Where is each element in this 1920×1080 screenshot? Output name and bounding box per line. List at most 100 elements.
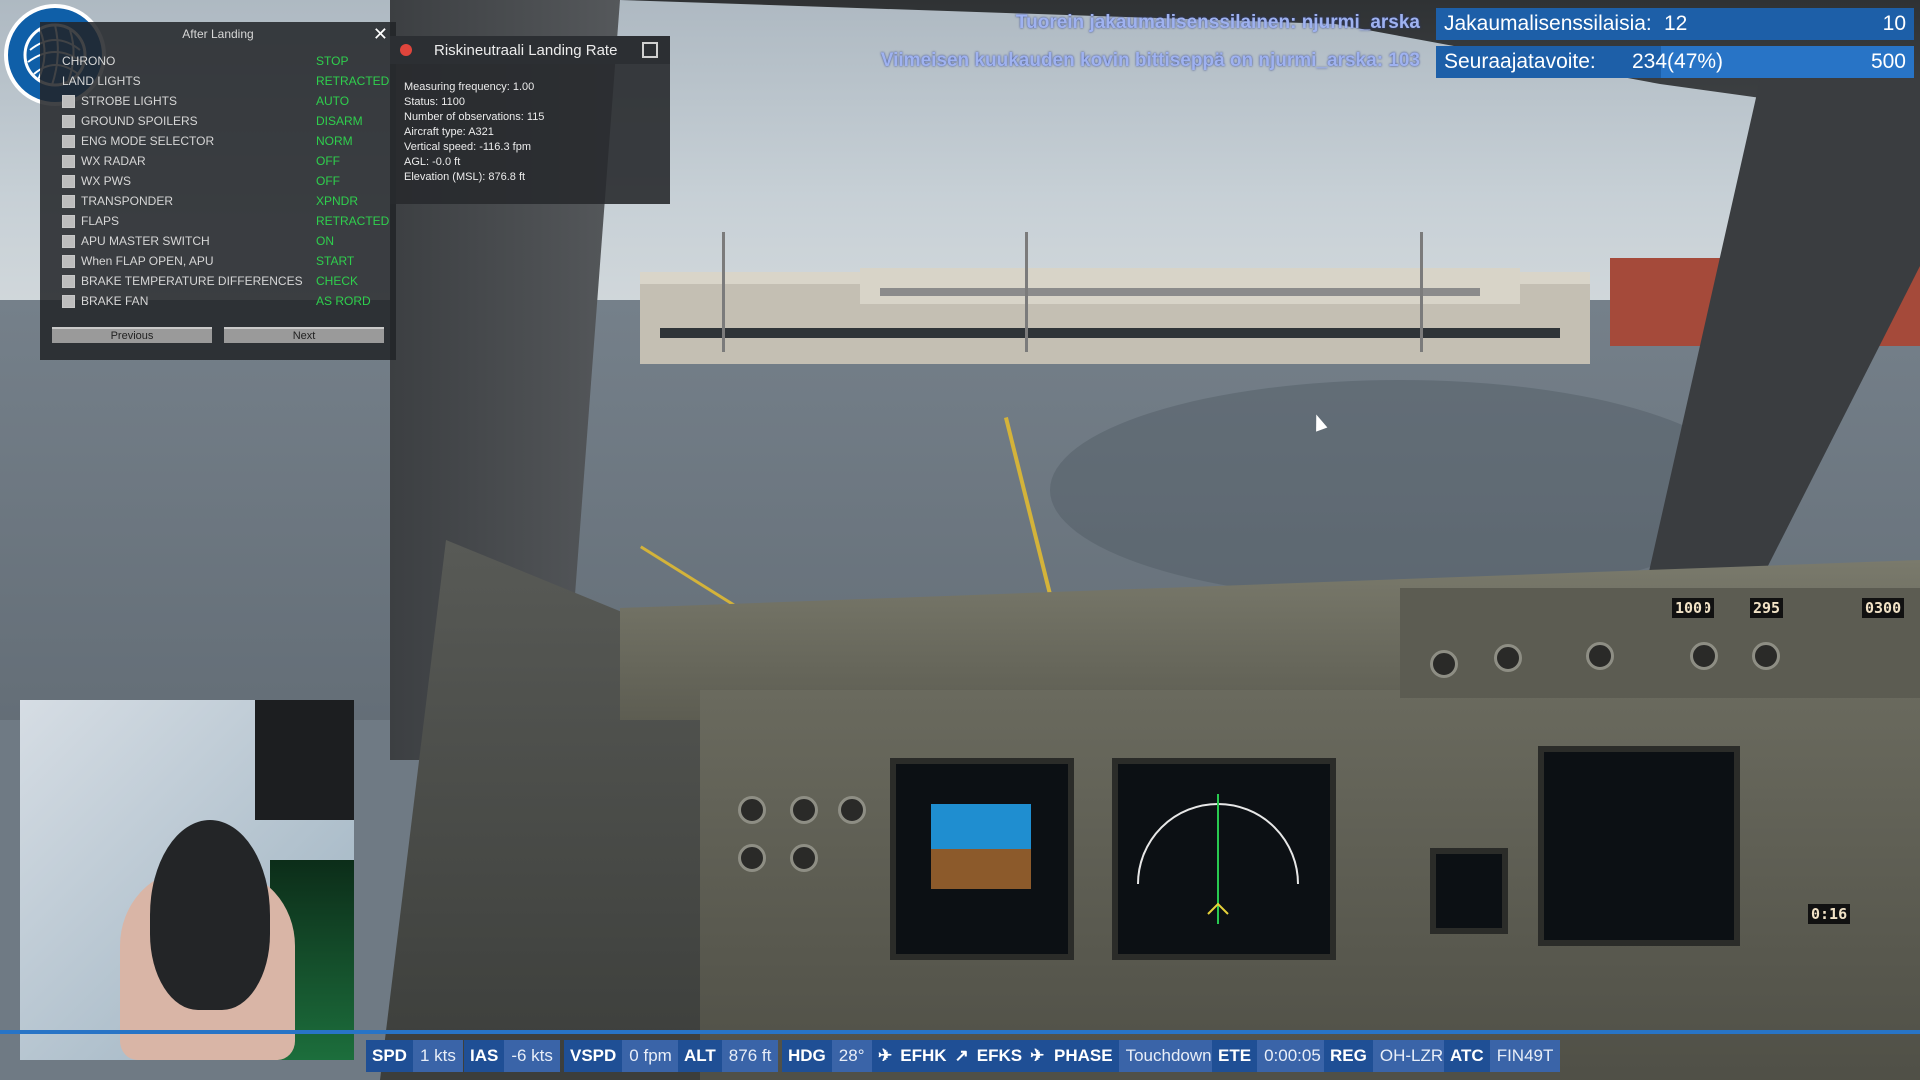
compass-arc [1137, 794, 1299, 924]
checkbox[interactable] [62, 215, 75, 228]
landing-rate-line: Measuring frequency: 1.00 [404, 81, 535, 93]
status-value: OH-LZR [1372, 1040, 1451, 1072]
status-value: 0 fpm [622, 1040, 679, 1072]
checklist-item-label: TRANSPONDER [81, 194, 174, 208]
status-key: ATC [1444, 1040, 1490, 1072]
checklist-panel: After Landing ✕ CHRONO STOP LAND LIGHTS RE… [40, 22, 396, 360]
landing-rate-lines: Measuring frequency: 1.00 Status: 1100 N… [404, 80, 544, 185]
checklist-item[interactable]: When FLAP OPEN, APU START [62, 254, 354, 272]
checkbox[interactable] [62, 295, 75, 308]
checklist-item-value: AUTO [316, 94, 350, 108]
checklist-item[interactable]: CHRONO STOP [62, 54, 348, 72]
checklist-item[interactable]: STROBE LIGHTS AUTO [62, 94, 349, 112]
checklist-item[interactable]: WX RADAR OFF [62, 154, 340, 172]
checklist-item-value: AS RORD [316, 294, 371, 308]
fcu-vs: 0300 [1862, 598, 1905, 618]
checkbox[interactable] [62, 155, 75, 168]
next-button[interactable]: Next [224, 327, 384, 343]
efis-knob [790, 796, 818, 824]
status-value: Touchdown [1118, 1040, 1219, 1072]
fcu-knob [1586, 642, 1614, 670]
checklist-item-label: WX RADAR [81, 154, 146, 168]
status-atc: ATC FIN49T [1444, 1040, 1561, 1072]
checklist-item[interactable]: WX PWS OFF [62, 174, 340, 192]
checkbox[interactable] [62, 95, 75, 108]
landing-rate-line: Status: 1100 [404, 96, 465, 108]
terminal-windows [880, 288, 1480, 296]
checklist-item-value: RETRACTED [316, 214, 390, 228]
status-route: ✈ EFHK ↗ EFKS ✈ [872, 1040, 1051, 1072]
goal-label: Jakaumalisenssilaisia: [1444, 12, 1652, 35]
checklist-item-label: APU MASTER SWITCH [81, 234, 210, 248]
status-ete: ETE 0:00:05 [1212, 1040, 1328, 1072]
checkbox[interactable] [62, 235, 75, 248]
status-spd: SPD 1 kts [366, 1040, 463, 1072]
record-icon[interactable] [400, 44, 412, 56]
status-key: ALT [678, 1040, 722, 1072]
top-cheerer-ticker: Viimeisen kuukauden kovin bittiseppä on … [880, 50, 1420, 71]
checklist-item-label: BRAKE TEMPERATURE DIFFERENCES [81, 274, 303, 288]
checkbox[interactable] [62, 175, 75, 188]
terminal-windows [660, 328, 1560, 338]
efis-knob [790, 844, 818, 872]
departure-icon: ✈ [872, 1040, 899, 1072]
status-key: VSPD [564, 1040, 623, 1072]
checklist-item-value: XPNDR [316, 194, 359, 208]
fcu-knob [1690, 642, 1718, 670]
follower-goal-bar: Seuraajatavoite: 234(47%) 500 [1436, 46, 1914, 78]
status-key: ETE [1212, 1040, 1258, 1072]
mouse [150, 820, 270, 1010]
arrival-airport: EFKS [974, 1040, 1025, 1072]
checklist-item[interactable]: TRANSPONDER XPNDR [62, 194, 358, 212]
pfd-display [890, 758, 1074, 960]
landing-rate-line: Number of observations: 115 [404, 111, 545, 123]
checklist-item[interactable]: ENG MODE SELECTOR NORM [62, 134, 353, 152]
status-key: SPD [366, 1040, 413, 1072]
status-ias: IAS -6 kts [464, 1040, 560, 1072]
checklist-item[interactable]: BRAKE TEMPERATURE DIFFERENCES CHECK [62, 274, 358, 292]
close-icon[interactable]: ✕ [373, 24, 388, 45]
checklist-item-value: STOP [316, 54, 349, 68]
light-pole [722, 232, 725, 352]
light-pole [1420, 232, 1423, 352]
checkbox[interactable] [62, 135, 75, 148]
status-vspd: VSPD 0 fpm [564, 1040, 679, 1072]
checkbox[interactable] [62, 275, 75, 288]
checklist-item[interactable]: BRAKE FAN AS RORD [62, 294, 371, 312]
chrono-readout: 0:16 [1808, 904, 1851, 924]
isis-display [1430, 848, 1508, 934]
checkbox[interactable] [62, 255, 75, 268]
checklist-item[interactable]: GROUND SPOILERS DISARM [62, 114, 363, 132]
previous-button[interactable]: Previous [52, 327, 212, 343]
ewd-display [1538, 746, 1740, 946]
departure-airport: EFHK [898, 1040, 949, 1072]
webcam-feed [20, 700, 354, 1060]
checklist-item-label: WX PWS [81, 174, 131, 188]
status-phase: PHASE Touchdown [1048, 1040, 1219, 1072]
subscriber-goal-bar: Jakaumalisenssilaisia: 12 10 [1436, 8, 1914, 40]
arrival-icon: ✈ [1024, 1040, 1051, 1072]
checklist-item[interactable]: APU MASTER SWITCH ON [62, 234, 334, 252]
checklist-item-value: ON [316, 234, 334, 248]
status-hdg: HDG 28° [782, 1040, 872, 1072]
checklist-item[interactable]: FLAPS RETRACTED [62, 214, 389, 232]
landing-rate-line: Elevation (MSL): 876.8 ft [404, 171, 526, 183]
pfd-sky [931, 804, 1031, 849]
efis-knob [738, 844, 766, 872]
popout-icon[interactable] [642, 42, 658, 58]
landing-rate-header: Riskineutraali Landing Rate [390, 36, 670, 64]
checklist-item[interactable]: LAND LIGHTS RETRACTED [62, 74, 389, 92]
goal-value: 234(47%) [1632, 50, 1724, 73]
goal-value: 12 [1664, 12, 1688, 35]
checkbox[interactable] [62, 115, 75, 128]
fcu-hdg: 295 [1750, 598, 1784, 618]
status-value: FIN49T [1489, 1040, 1561, 1072]
status-value: 1 kts [412, 1040, 463, 1072]
windshield-reflection [1050, 380, 1750, 600]
goal-target: 500 [1870, 50, 1906, 73]
latest-subscriber-ticker: Tuorein jakaumalisenssilainen: njurmi_ar… [1015, 12, 1420, 33]
checklist-item-label: GROUND SPOILERS [81, 114, 198, 128]
checkbox[interactable] [62, 195, 75, 208]
status-alt: ALT 876 ft [678, 1040, 779, 1072]
status-value: 0:00:05 [1257, 1040, 1328, 1072]
